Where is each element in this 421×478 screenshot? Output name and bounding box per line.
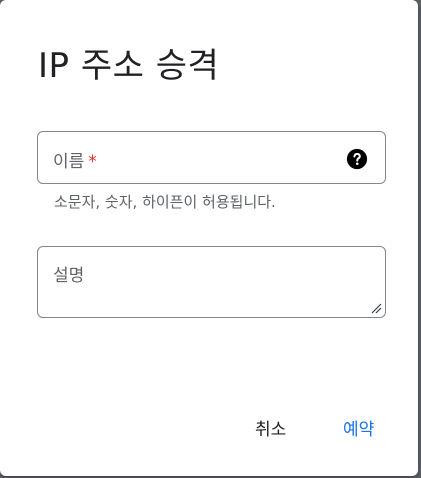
- resize-handle-icon[interactable]: [370, 302, 382, 314]
- description-field-label: 설명: [53, 266, 85, 286]
- name-field[interactable]: 이름 *: [37, 131, 386, 184]
- dialog-title: IP 주소 승격: [38, 46, 220, 86]
- promote-ip-dialog: IP 주소 승격 이름 * 소문자, 숫자, 하이픈이 허용됩니다. 설명 취소 …: [0, 0, 418, 476]
- cancel-button[interactable]: 취소: [255, 415, 286, 440]
- reserve-button[interactable]: 예약: [343, 415, 374, 440]
- help-circle-icon[interactable]: [346, 148, 368, 170]
- name-field-hint: 소문자, 숫자, 하이픈이 허용됩니다.: [54, 193, 276, 211]
- name-label-text: 이름: [53, 152, 85, 172]
- required-asterisk: *: [88, 152, 97, 172]
- name-field-label: 이름 *: [53, 147, 97, 172]
- description-field[interactable]: 설명: [37, 246, 386, 318]
